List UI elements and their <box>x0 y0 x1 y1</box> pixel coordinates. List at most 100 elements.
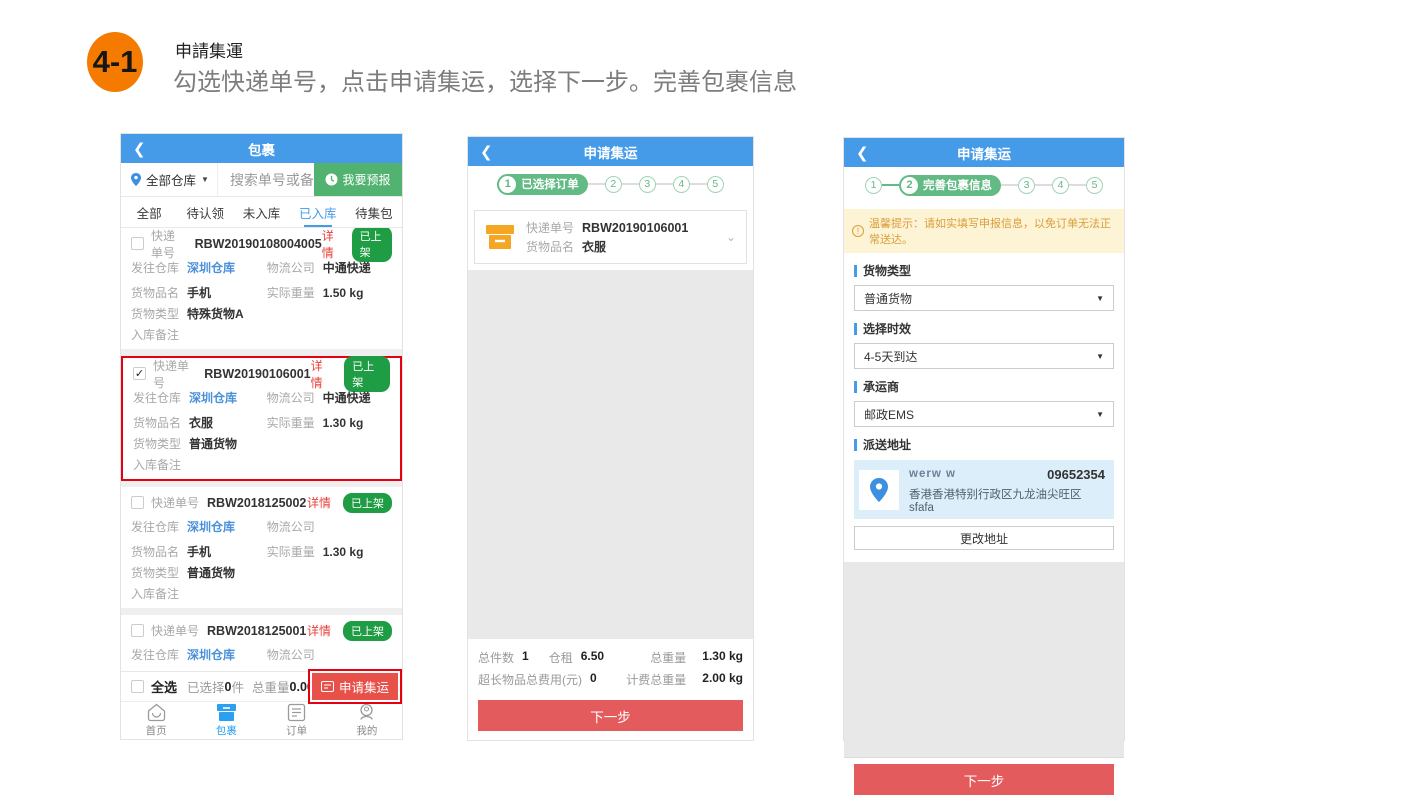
step-circle: 5 <box>707 176 724 193</box>
address-card: werw w 09652354 香港香港特别行政区九龙油尖旺区sfafa <box>854 460 1114 519</box>
goods-type-label: 货物类型 <box>133 435 181 452</box>
home-icon <box>146 703 167 722</box>
tracking-no-label: 快递单号 <box>151 228 187 261</box>
goods-name-label: 货物品名 <box>133 414 181 431</box>
remark-label: 入库备注 <box>131 326 179 343</box>
logistics-label: 物流公司 <box>267 646 315 663</box>
billable-weight-label: 计费总重量 <box>626 671 686 688</box>
package-checkbox[interactable] <box>131 237 144 250</box>
tab-all[interactable]: 全部 <box>121 197 177 227</box>
chevron-down-icon[interactable]: ⌄ <box>726 230 736 244</box>
delivery-time-select[interactable]: 4-5天到达 ▼ <box>854 343 1114 369</box>
tabbar-packages[interactable]: 包裹 <box>191 702 261 739</box>
step-label: 已选择订单 <box>521 176 579 192</box>
location-pin-icon <box>870 478 888 502</box>
screen-title: 申请集运 <box>844 143 1124 163</box>
tab-to-pack[interactable]: 待集包 <box>346 197 402 227</box>
selected-order-card: 快递单号RBW20190106001 货物品名衣服 ⌄ <box>474 210 747 264</box>
apply-consolidation-button[interactable]: 申请集运 <box>312 673 398 700</box>
select-arrow-icon: ▼ <box>1096 352 1104 361</box>
goods-type-value: 特殊货物A <box>187 305 244 322</box>
goods-name-label: 货物品名 <box>131 543 179 560</box>
tab-in-warehouse[interactable]: 已入库 <box>290 197 346 227</box>
package-checkbox[interactable] <box>131 624 144 637</box>
select-arrow-icon: ▼ <box>1096 294 1104 303</box>
goods-type-label: 货物类型 <box>131 305 179 322</box>
package-checkbox-checked[interactable]: ✓ <box>133 367 146 380</box>
package-card: 快递单号 RBW2018125001 详情 已上架 发往仓库深圳仓库物流公司 货… <box>121 615 402 671</box>
step-circle: 3 <box>639 176 656 193</box>
search-input[interactable]: 搜索单号或备注 <box>218 163 314 196</box>
step-active: 2 完善包裹信息 <box>899 175 1001 196</box>
goods-name-label: 货物品名 <box>526 238 574 255</box>
warehouse-link[interactable]: 深圳仓库 <box>189 389 237 406</box>
carrier-select[interactable]: 邮政EMS ▼ <box>854 401 1114 427</box>
tabbar-packages-label: 包裹 <box>216 723 237 738</box>
warehouse-link[interactable]: 深圳仓库 <box>187 646 235 663</box>
warehouse-dropdown-value: 全部仓库 <box>146 170 196 189</box>
warm-tip-banner: ! 温馨提示：请如实填写申报信息，以免订单无法正常送达。 <box>844 209 1124 253</box>
tracking-no-value: RBW2018125002 <box>207 496 306 510</box>
tabbar-home[interactable]: 首页 <box>121 702 191 739</box>
detail-link[interactable]: 详情 <box>311 357 333 391</box>
step-circle: 3 <box>1018 177 1035 194</box>
select-all-checkbox[interactable] <box>131 680 144 693</box>
order-icon <box>287 703 306 722</box>
delivery-time-select-value: 4-5天到达 <box>864 348 917 365</box>
app-header: ❮ 申请集运 <box>844 138 1124 167</box>
package-checkbox[interactable] <box>131 496 144 509</box>
step-active: 1 已选择订单 <box>497 174 588 195</box>
weight-label: 实际重量 <box>267 414 315 431</box>
recipient-name: werw w <box>909 468 956 480</box>
phone-screen-package-list: ❮ 包裹 全部仓库 ▼ 搜索单号或备注 我要预报 全部 待认领 未入库 已入库 … <box>120 133 403 740</box>
tabbar-orders[interactable]: 订单 <box>262 702 332 739</box>
shipping-icon <box>321 681 334 692</box>
goods-type-section-label: 货物类型 <box>854 262 1114 279</box>
goods-type-select-value: 普通货物 <box>864 290 912 307</box>
parcel-icon <box>485 224 515 250</box>
next-step-button[interactable]: 下一步 <box>854 764 1114 795</box>
location-pin-icon <box>131 173 141 186</box>
logistics-label: 物流公司 <box>267 389 315 406</box>
progress-stepper: 1 已选择订单 2 3 4 5 <box>468 166 753 202</box>
tracking-no-value: RBW20190108004005 <box>195 237 322 251</box>
warehouse-link[interactable]: 深圳仓库 <box>187 518 235 535</box>
tab-not-in-warehouse[interactable]: 未入库 <box>233 197 289 227</box>
package-card: 快递单号 RBW2018125002 详情 已上架 发往仓库深圳仓库物流公司 货… <box>121 487 402 608</box>
goods-name-value: 衣服 <box>582 238 606 255</box>
app-header: ❮ 包裹 <box>121 134 402 163</box>
logistics-value: 中通快递 <box>323 389 371 406</box>
detail-link[interactable]: 详情 <box>307 622 331 639</box>
step-number-badge: 4-1 <box>87 32 143 92</box>
tracking-no-value: RBW20190106001 <box>582 221 688 235</box>
tabbar-home-label: 首页 <box>146 723 167 738</box>
total-pieces-label: 总件数 <box>478 649 514 666</box>
step-label: 完善包裹信息 <box>923 177 992 193</box>
detail-link[interactable]: 详情 <box>307 494 331 511</box>
tab-to-claim[interactable]: 待认领 <box>177 197 233 227</box>
search-placeholder: 搜索单号或备注 <box>230 170 314 190</box>
logistics-value: 中通快递 <box>323 259 371 276</box>
apply-button-label: 申请集运 <box>339 677 389 696</box>
weight-value: 1.30 kg <box>323 545 364 559</box>
forecast-button[interactable]: 我要预报 <box>314 163 402 196</box>
tracking-no-label: 快递单号 <box>153 357 196 391</box>
warehouse-label: 发往仓库 <box>131 646 179 663</box>
goods-type-select[interactable]: 普通货物 ▼ <box>854 285 1114 311</box>
phone-screen-selected-orders: ❮ 申请集运 1 已选择订单 2 3 4 5 快递单号RBW2019010600… <box>467 136 754 741</box>
carrier-select-value: 邮政EMS <box>864 406 914 423</box>
change-address-button[interactable]: 更改地址 <box>854 526 1114 550</box>
tabbar-orders-label: 订单 <box>286 723 307 738</box>
weight-label: 实际重量 <box>267 284 315 301</box>
package-list: 快递单号 RBW20190108004005 详情 已上架 发往仓库深圳仓库物流… <box>121 228 402 671</box>
remark-label: 入库备注 <box>131 585 179 602</box>
tabbar-me[interactable]: 我的 <box>332 702 402 739</box>
content-placeholder <box>844 562 1124 758</box>
warehouse-dropdown[interactable]: 全部仓库 ▼ <box>121 163 218 196</box>
goods-name-label: 货物品名 <box>131 284 179 301</box>
warehouse-link[interactable]: 深圳仓库 <box>187 259 235 276</box>
goods-name-value: 手机 <box>187 543 211 560</box>
detail-link[interactable]: 详情 <box>322 228 340 261</box>
next-step-button[interactable]: 下一步 <box>478 700 743 731</box>
step-circle-done: 1 <box>865 177 882 194</box>
